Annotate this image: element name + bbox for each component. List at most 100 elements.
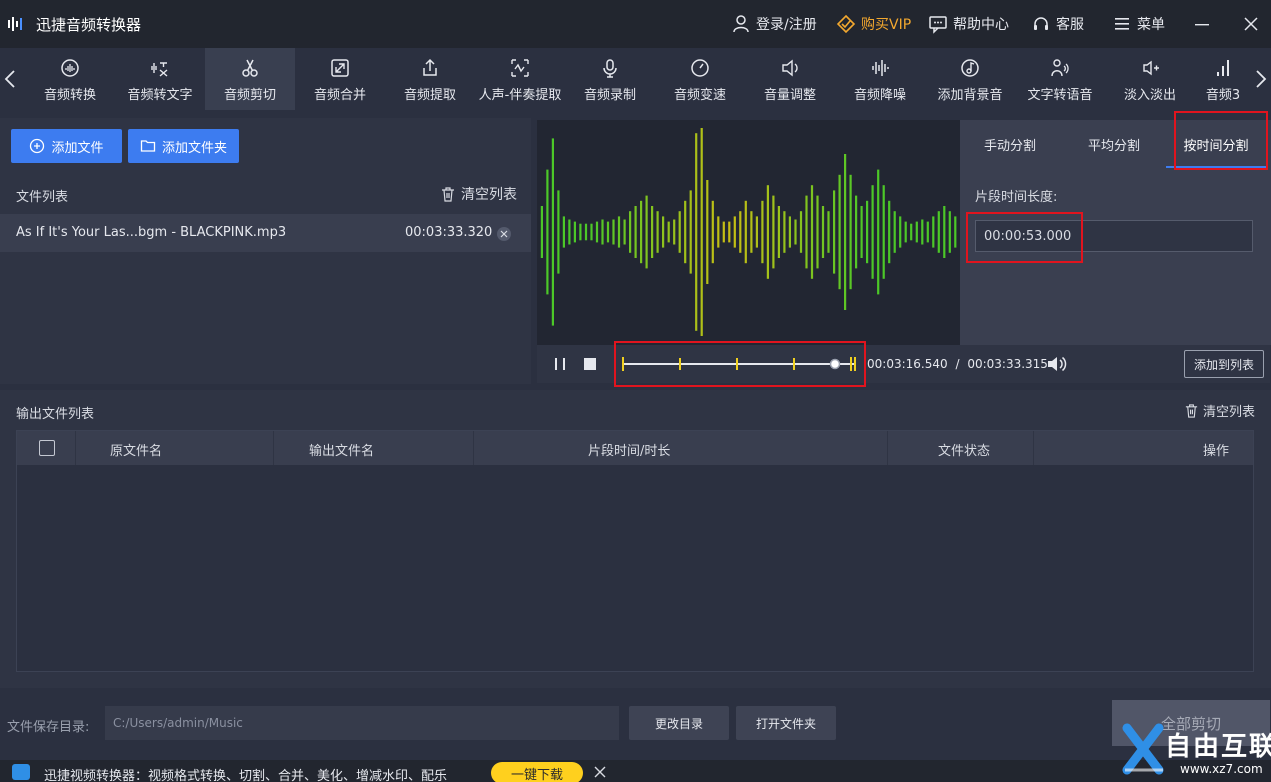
scissors-icon [242, 59, 258, 77]
menu-button[interactable]: 菜单 [1112, 12, 1165, 36]
app-title: 迅捷音频转换器 [36, 16, 142, 34]
tools-scroll-right-button[interactable] [1251, 48, 1271, 110]
waveform-bar [546, 169, 549, 295]
tool-audio-convert[interactable]: 音频转换 [25, 48, 115, 110]
change-directory-button[interactable]: 更改目录 [629, 706, 729, 740]
buy-vip-button[interactable]: 购买VIP [836, 12, 911, 36]
segment-length-input[interactable] [975, 220, 1253, 252]
add-folder-button[interactable]: 添加文件夹 [128, 129, 239, 163]
tool-label: 音频提取 [403, 88, 456, 103]
column-divider [273, 431, 274, 465]
volume-adjust-icon [782, 59, 798, 77]
file-panel: 添加文件 添加文件夹 文件列表 清空列表 As If It's Your Las… [0, 118, 531, 384]
headset-icon [1034, 17, 1048, 30]
tool-audio-denoise[interactable]: 音频降噪 [835, 48, 925, 110]
waveform-bar [932, 216, 935, 248]
tool-text-to-speech[interactable]: 文字转语音 [1015, 48, 1105, 110]
help-chat-icon [929, 16, 947, 34]
waveform-bar [954, 216, 957, 248]
cut-timeline-slider[interactable] [620, 352, 860, 376]
waveform-bar [810, 185, 814, 279]
column-divider [473, 431, 474, 465]
login-button[interactable]: 登录/注册 [731, 12, 817, 36]
time-separator: / [955, 357, 960, 371]
waveform-bar [651, 206, 654, 258]
file-list-header: 文件列表 清空列表 [0, 176, 531, 212]
tool-audio-to-text[interactable]: 音频转文字 [115, 48, 205, 110]
app-logo-icon [8, 17, 22, 31]
merge-icon [331, 59, 349, 77]
clear-file-list-button[interactable]: 清空列表 [440, 184, 517, 204]
waveform-bar [617, 216, 621, 248]
tool-vocal-extract[interactable]: 人声-伴奏提取 [475, 48, 565, 110]
waveform-bar [606, 221, 610, 243]
waveform-bar [739, 211, 742, 253]
clear-list-label: 清空列表 [461, 187, 517, 203]
waveform-bar [910, 223, 913, 241]
add-file-button[interactable]: 添加文件 [11, 129, 122, 163]
add-to-list-button[interactable]: 添加到列表 [1184, 350, 1264, 378]
close-icon [1244, 17, 1258, 31]
tab-average-split[interactable]: 平均分割 [1074, 120, 1154, 168]
file-list-item[interactable]: As If It's Your Las...bgm - BLACKPINK.mp… [0, 214, 531, 252]
waveform-bar [728, 221, 731, 243]
waveform-bar [573, 221, 576, 243]
waveform-bar [866, 200, 869, 264]
waveform-bar [673, 219, 676, 245]
tool-label: 音频转文字 [127, 88, 193, 103]
tool-audio-record[interactable]: 音频录制 [565, 48, 655, 110]
customer-service-button[interactable]: 客服 [1031, 12, 1084, 36]
tool-audio-extract[interactable]: 音频提取 [385, 48, 475, 110]
remove-file-button[interactable] [497, 227, 511, 241]
tool-add-background-music[interactable]: 添加背景音 [925, 48, 1015, 110]
tool-audio-more[interactable]: 音频3 [1195, 48, 1251, 110]
tool-audio-speed[interactable]: 音频变速 [655, 48, 745, 110]
waveform-bar [711, 200, 714, 264]
open-folder-button[interactable]: 打开文件夹 [736, 706, 836, 740]
select-all-checkbox[interactable] [39, 440, 55, 456]
waveform-bar [921, 219, 924, 245]
waveform-bar [838, 174, 841, 290]
tool-volume-adjust[interactable]: 音量调整 [745, 48, 835, 110]
one-click-download-button[interactable]: 一键下载 [491, 762, 583, 782]
file-list-title: 文件列表 [16, 190, 69, 205]
fade-icon [1143, 60, 1159, 76]
waveform-bar [584, 223, 588, 241]
tab-time-split[interactable]: 按时间分割 [1166, 120, 1266, 168]
file-duration: 00:03:33.320 [405, 225, 493, 240]
tool-audio-cut[interactable]: 音频剪切 [205, 48, 295, 110]
audio-to-text-icon [151, 62, 168, 77]
waveform-bar [821, 206, 825, 258]
waveform-bar [678, 211, 681, 253]
save-directory-input[interactable] [105, 706, 619, 740]
tab-manual-split[interactable]: 手动分割 [970, 120, 1050, 168]
output-panel: 输出文件列表 清空列表 原文件名 输出文件名 片段时间/时长 文件状态 操作 [0, 390, 1271, 688]
close-icon[interactable] [594, 766, 606, 778]
waveform-bar [612, 219, 615, 245]
tool-fade-in-out[interactable]: 淡入淡出 [1105, 48, 1195, 110]
tool-audio-merge[interactable]: 音频合并 [295, 48, 385, 110]
stop-icon[interactable] [581, 355, 599, 373]
trash-icon [442, 187, 454, 202]
waveform-panel[interactable] [537, 120, 960, 345]
tool-label: 音频变速 [673, 88, 726, 103]
waveform-bar [877, 169, 880, 295]
tools-scroll-left-button[interactable] [0, 48, 20, 110]
pause-icon[interactable] [551, 355, 569, 373]
user-icon [733, 15, 749, 33]
waveform-bar [904, 221, 907, 243]
waveform-bar [816, 195, 819, 269]
clear-output-list-button[interactable]: 清空列表 [1184, 401, 1255, 420]
help-center-button[interactable]: 帮助中心 [928, 12, 1009, 36]
volume-icon[interactable] [1046, 354, 1068, 374]
waveform-bar [562, 216, 565, 248]
waveform-bar [805, 195, 808, 269]
minimize-button[interactable] [1188, 10, 1216, 38]
close-window-button[interactable] [1237, 10, 1265, 38]
column-actions: 操作 [1203, 444, 1230, 459]
waveform-bar [695, 133, 698, 331]
waveform-bar [888, 200, 891, 264]
waveform-bar [684, 200, 687, 264]
minimize-icon [1195, 24, 1209, 26]
output-list-title: 输出文件列表 [16, 407, 95, 422]
